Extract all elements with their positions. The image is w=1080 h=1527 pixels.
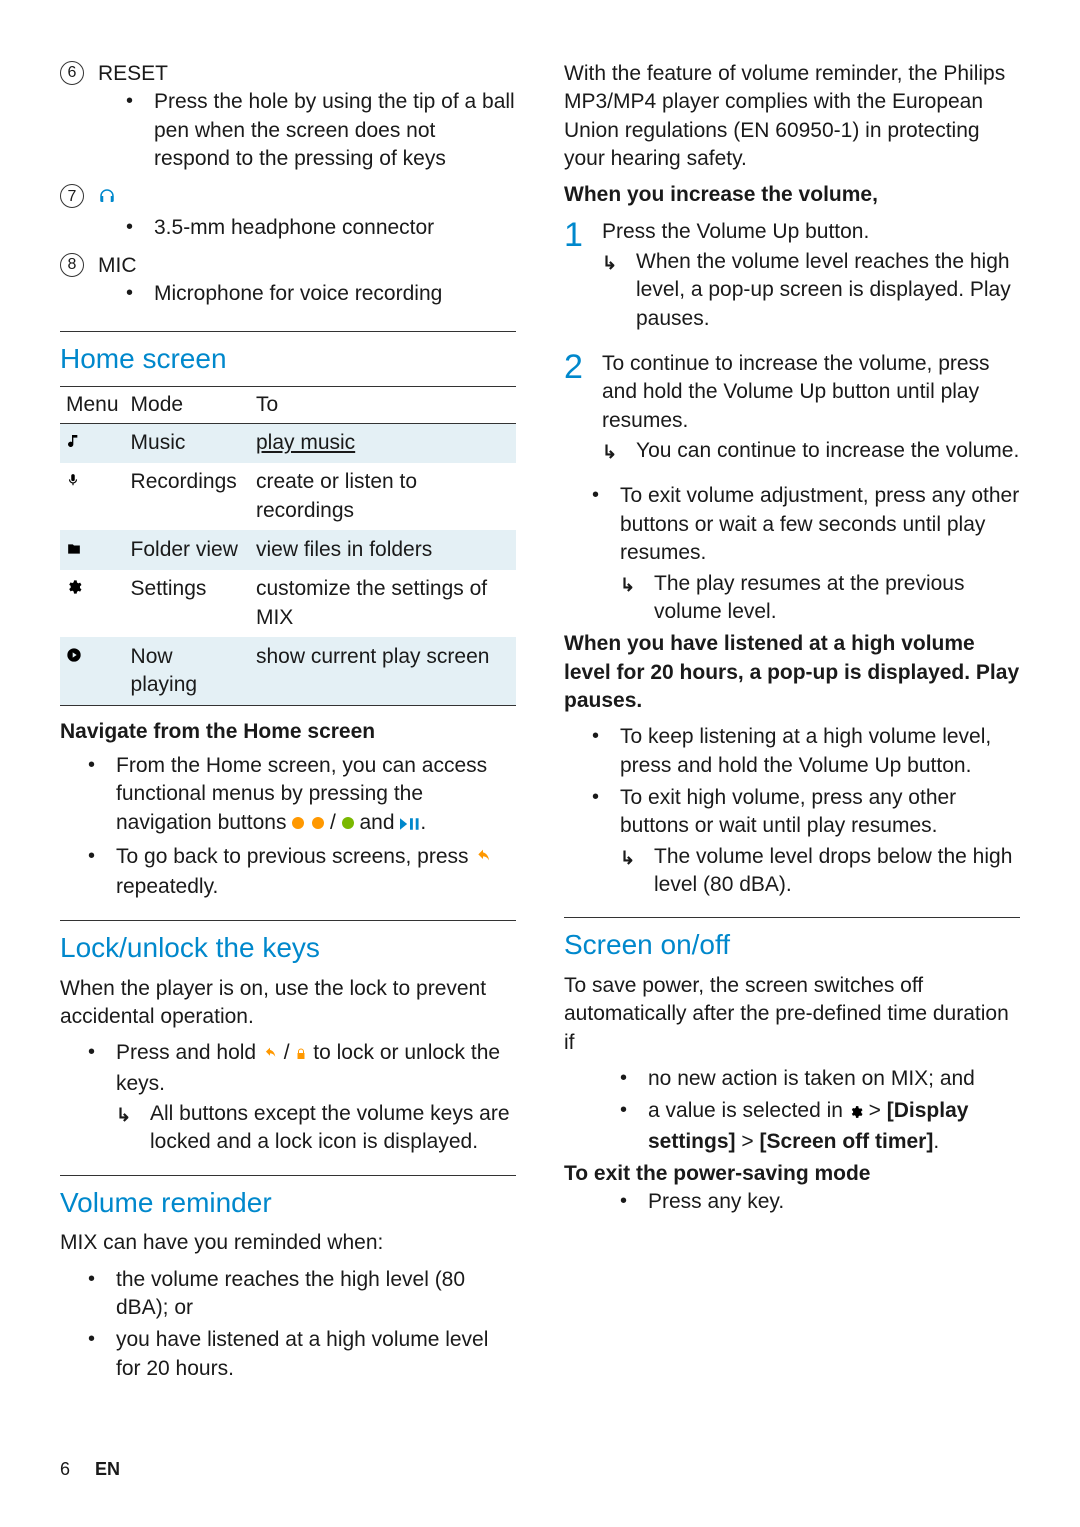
- reset-desc: Press the hole by using the tip of a bal…: [126, 88, 516, 173]
- high-sub: ↳The volume level drops below the high l…: [620, 843, 1020, 900]
- table-row: Recordings create or listen to recording…: [60, 463, 516, 531]
- exit-sub: ↳The play resumes at the previous volume…: [620, 570, 1020, 627]
- page-lang: EN: [95, 1459, 120, 1479]
- hardware-item-reset: 6 RESET Press the hole by using the tip …: [60, 60, 516, 177]
- mic-icon: [66, 470, 80, 493]
- step-number-1: 1: [564, 218, 588, 336]
- hardware-item-mic: 8 MIC Microphone for voice recording: [60, 252, 516, 313]
- navigate-heading: Navigate from the Home screen: [60, 718, 516, 746]
- to-folder: view files in folders: [250, 530, 516, 569]
- lock-intro: When the player is on, use the lock to p…: [60, 975, 516, 1032]
- divider: [564, 917, 1020, 918]
- volume-heading: Volume reminder: [60, 1184, 516, 1222]
- home-screen-heading: Home screen: [60, 340, 516, 378]
- step-2: 2 To continue to increase the volume, pr…: [564, 350, 1020, 468]
- back-icon: [262, 1041, 278, 1069]
- right-column: With the feature of volume reminder, the…: [564, 60, 1020, 1387]
- circled-number-8: 8: [60, 253, 84, 277]
- to-play-music[interactable]: play music: [256, 431, 355, 454]
- home-screen-table: Menu Mode To Music play music Recordings…: [60, 386, 516, 706]
- arrow-icon: ↳: [602, 251, 617, 275]
- lock-heading: Lock/unlock the keys: [60, 929, 516, 967]
- page-number: 6: [60, 1459, 70, 1479]
- screen-b1: no new action is taken on MIX; and: [620, 1065, 1020, 1093]
- volume-b2: you have listened at a high volume level…: [88, 1326, 516, 1383]
- divider: [60, 1175, 516, 1176]
- now-playing-icon: [66, 645, 82, 668]
- mic-desc: Microphone for voice recording: [126, 280, 516, 308]
- th-menu: Menu: [60, 386, 125, 423]
- headphones-icon: [98, 185, 116, 213]
- folder-icon: [66, 538, 82, 561]
- gear-icon: [849, 1099, 863, 1127]
- screen-off-timer-path: [Screen off timer]: [759, 1130, 933, 1153]
- exit-power-bullet: Press any key.: [620, 1188, 1020, 1216]
- dot-icon: [342, 817, 354, 829]
- exit-power-title: To exit the power-saving mode: [564, 1160, 1020, 1188]
- step2-text: To continue to increase the volume, pres…: [602, 352, 990, 432]
- circled-number-7: 7: [60, 184, 84, 208]
- divider: [60, 331, 516, 332]
- table-row: Settings customize the settings of MIX: [60, 570, 516, 638]
- hardware-item-headphones: 7 3.5-mm headphone connector: [60, 183, 516, 246]
- arrow-icon: ↳: [602, 440, 617, 464]
- table-row: Folder view view files in folders: [60, 530, 516, 569]
- table-row: Now playing show current play screen: [60, 637, 516, 705]
- step1-text: Press the Volume Up button.: [602, 220, 869, 243]
- music-icon: [66, 431, 82, 454]
- arrow-icon: ↳: [620, 846, 635, 870]
- volume-intro: MIX can have you reminded when:: [60, 1229, 516, 1257]
- nav-bullet-2: To go back to previous screens, press re…: [88, 843, 516, 902]
- left-column: 6 RESET Press the hole by using the tip …: [60, 60, 516, 1387]
- arrow-icon: ↳: [620, 573, 635, 597]
- dot-icon: [292, 817, 304, 829]
- screen-intro: To save power, the screen switches off a…: [564, 972, 1020, 1057]
- headphones-desc: 3.5-mm headphone connector: [126, 214, 516, 242]
- step1-sub: ↳When the volume level reaches the high …: [602, 248, 1020, 333]
- mode-settings: Settings: [125, 570, 250, 638]
- arrow-icon: ↳: [116, 1103, 131, 1127]
- lock-sub: ↳All buttons except the volume keys are …: [116, 1100, 516, 1157]
- to-recordings: create or listen to recordings: [250, 463, 516, 531]
- gear-icon: [66, 577, 82, 600]
- to-settings: customize the settings of MIX: [250, 570, 516, 638]
- volume-b1: the volume reaches the high level (80 dB…: [88, 1266, 516, 1323]
- lock-icon: [295, 1041, 307, 1069]
- play-pause-icon: [400, 811, 420, 839]
- to-now-playing: show current play screen: [250, 637, 516, 705]
- exit-bullet: To exit volume adjustment, press any oth…: [592, 482, 1020, 626]
- screen-heading: Screen on/off: [564, 926, 1020, 964]
- th-to: To: [250, 386, 516, 423]
- table-row: Music play music: [60, 423, 516, 462]
- lock-bullet: Press and hold / to lock or unlock the k…: [88, 1039, 516, 1156]
- step-number-2: 2: [564, 350, 588, 468]
- compliance-text: With the feature of volume reminder, the…: [564, 60, 1020, 173]
- mode-now-playing: Now playing: [125, 637, 250, 705]
- circled-number-6: 6: [60, 61, 84, 85]
- back-icon: [474, 845, 492, 873]
- mode-folder: Folder view: [125, 530, 250, 569]
- th-mode: Mode: [125, 386, 250, 423]
- nav-bullet-1: From the Home screen, you can access fun…: [88, 752, 516, 839]
- high-volume-title: When you have listened at a high volume …: [564, 630, 1020, 715]
- page-footer: 6 EN: [60, 1457, 120, 1481]
- dot-icon: [312, 817, 324, 829]
- step2-sub: ↳You can continue to increase the volume…: [602, 437, 1020, 465]
- divider: [60, 920, 516, 921]
- high-b1: To keep listening at a high volume level…: [592, 723, 1020, 780]
- increase-volume-title: When you increase the volume,: [564, 181, 1020, 209]
- mic-label: MIC: [98, 252, 516, 280]
- screen-b2: a value is selected in > [Display settin…: [620, 1097, 1020, 1156]
- mode-recordings: Recordings: [125, 463, 250, 531]
- mode-music: Music: [125, 423, 250, 462]
- reset-label: RESET: [98, 60, 516, 88]
- step-1: 1 Press the Volume Up button. ↳When the …: [564, 218, 1020, 336]
- high-b2: To exit high volume, press any other but…: [592, 784, 1020, 899]
